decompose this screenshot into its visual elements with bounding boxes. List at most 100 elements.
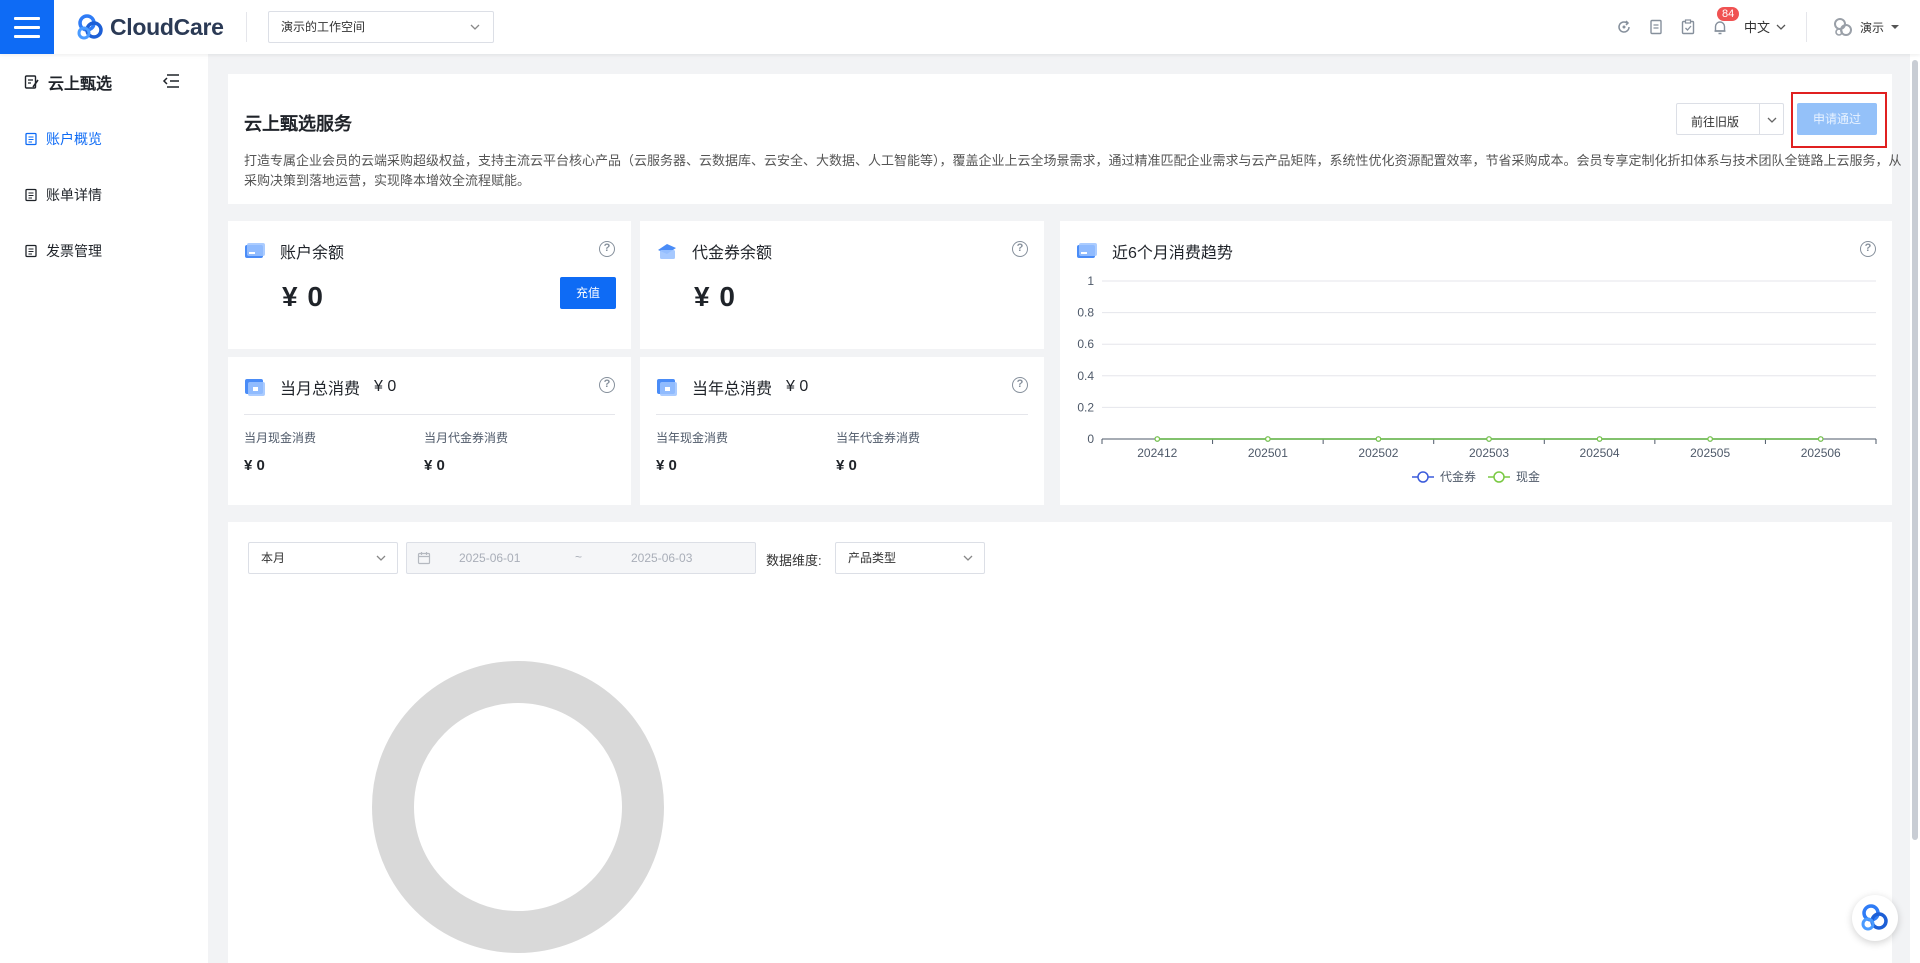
- x-tick-label: 202505: [1690, 446, 1730, 460]
- x-tick-label: 202412: [1137, 446, 1177, 460]
- card-title: 当年总消费: [692, 381, 773, 398]
- hamburger-menu-button[interactable]: [0, 0, 54, 54]
- month-cash-value: ¥ 0: [244, 457, 265, 474]
- help-icon[interactable]: ?: [1012, 377, 1028, 393]
- month-total: ¥ 0: [374, 378, 397, 395]
- card-title: 账户余额: [280, 245, 345, 262]
- card-header: 当月总消费 ¥ 0: [244, 375, 396, 399]
- voucher-amount: ¥ 0: [694, 281, 736, 312]
- data-point: [1596, 436, 1603, 442]
- divider: [656, 414, 1028, 415]
- end-date[interactable]: 2025-06-03: [631, 551, 692, 565]
- chevron-down-icon: [376, 555, 386, 561]
- period-value: 本月: [261, 551, 286, 565]
- assistant-float-button[interactable]: [1852, 895, 1898, 941]
- workspace-select[interactable]: 演示的工作空间: [268, 11, 494, 43]
- recharge-button[interactable]: 充值: [560, 277, 616, 309]
- chevron-down-icon: [1776, 24, 1786, 30]
- caret-down-icon: [1891, 25, 1900, 29]
- legend-marker: [1493, 471, 1505, 483]
- y-tick-label: 0.6: [1077, 337, 1094, 351]
- date-range-picker[interactable]: 2025-06-01 ~ 2025-06-03: [406, 542, 756, 574]
- voucher-icon: [658, 244, 676, 259]
- assistant-logo-icon: [1861, 904, 1888, 931]
- service-intro-panel: 云上甄选服务 打造专属企业会员的云端采购超级权益，支持主流云平台核心产品（云服务…: [228, 74, 1902, 204]
- data-point: [1375, 436, 1382, 442]
- avatar-icon: [1834, 18, 1852, 36]
- sidebar-item-invoice-management[interactable]: 发票管理: [24, 241, 102, 261]
- year-voucher-value: ¥ 0: [836, 457, 857, 474]
- old-version-button[interactable]: 前往旧版: [1676, 103, 1784, 135]
- list-doc-icon: [25, 244, 37, 258]
- month-voucher-value: ¥ 0: [424, 457, 445, 474]
- user-menu[interactable]: 演示: [1832, 16, 1900, 38]
- balance-amount: ¥ 0: [282, 281, 324, 312]
- divider: [244, 414, 615, 415]
- month-consumption-card: 当月总消费 ¥ 0 ? 当月现金消费 ¥ 0 当月代金券消费 ¥ 0: [228, 357, 631, 505]
- data-point: [1154, 436, 1161, 442]
- brand-logo[interactable]: CloudCare: [76, 11, 224, 43]
- sidebar-item-bill-details[interactable]: 账单详情: [24, 185, 102, 205]
- help-icon[interactable]: ?: [599, 377, 615, 393]
- cloudcare-logo-icon: [77, 14, 103, 40]
- chevron-down-icon: [470, 24, 480, 30]
- notification-badge: 84: [1717, 7, 1740, 21]
- calendar-icon: [417, 552, 431, 565]
- year-cash-label: 当年现金消费: [656, 431, 729, 445]
- sidebar-item-label: 账单详情: [46, 187, 102, 203]
- month-voucher-label: 当月代金券消费: [424, 431, 509, 445]
- wallet-card-icon: [245, 243, 265, 258]
- divider: [246, 12, 247, 42]
- y-tick-label: 0.2: [1077, 400, 1094, 414]
- x-tick-label: 202502: [1358, 446, 1398, 460]
- y-tick-label: 0.4: [1077, 369, 1094, 383]
- year-consumption-card: 当年总消费 ¥ 0 ? 当年现金消费 ¥ 0 当年代金券消费 ¥ 0: [640, 357, 1044, 505]
- sidebar-item-account-overview[interactable]: 账户概览: [24, 129, 102, 149]
- calendar-card-icon: [245, 379, 265, 396]
- legend-marker: [1417, 471, 1429, 483]
- data-point: [1707, 436, 1713, 442]
- card-title: 当月总消费: [280, 381, 361, 398]
- top-bar: CloudCare 演示的工作空间 84 中文 演示: [0, 0, 1920, 54]
- calendar-card-icon: [657, 379, 677, 396]
- x-tick-label: 202506: [1801, 446, 1841, 460]
- start-date[interactable]: 2025-06-01: [459, 551, 520, 565]
- y-tick-label: 1: [1087, 274, 1094, 288]
- legend-label: 代金券: [1440, 469, 1476, 484]
- account-balance-card: 账户余额 ? ¥ 0 充值: [228, 221, 631, 349]
- list-doc-icon: [25, 188, 37, 202]
- legend-label: 现金: [1516, 469, 1540, 484]
- chevron-down-icon: [963, 555, 973, 561]
- old-version-label: 前往旧版: [1691, 115, 1740, 129]
- sidebar-item-label: 账户概览: [46, 131, 102, 147]
- voucher-balance-card: 代金券余额 ? ¥ 0: [640, 221, 1044, 349]
- workspace-name: 演示的工作空间: [281, 20, 366, 34]
- collapse-menu-icon[interactable]: [162, 73, 180, 89]
- scrollbar-thumb[interactable]: [1912, 60, 1918, 840]
- user-name: 演示: [1860, 20, 1885, 35]
- year-total: ¥ 0: [786, 378, 809, 395]
- consumption-distribution-panel: 本月 2025-06-01 ~ 2025-06-03 数据维度: 产品类型: [228, 522, 1892, 963]
- dimension-label: 数据维度:: [766, 553, 822, 568]
- x-tick-label: 202504: [1580, 446, 1620, 460]
- refresh-icon[interactable]: [1615, 18, 1633, 36]
- help-icon[interactable]: ?: [599, 241, 615, 257]
- clipboard-icon[interactable]: [1679, 18, 1697, 36]
- dimension-select[interactable]: 产品类型: [835, 542, 985, 574]
- apply-approved-button[interactable]: 申请通过: [1797, 103, 1877, 135]
- month-cash-label: 当月现金消费: [244, 431, 317, 445]
- list-doc-icon: [25, 132, 37, 146]
- consumption-trend-card: 近6个月消费趋势 ? 1 0.8 0.6 0.4 0.2 0 202412 202501 202…: [1060, 221, 1892, 505]
- page-scrollbar[interactable]: [1910, 54, 1920, 963]
- card-header: 代金券余额: [656, 239, 772, 263]
- language-label: 中文: [1744, 20, 1771, 35]
- data-point: [1817, 436, 1824, 442]
- sidebar-title-text: 云上甄选: [48, 76, 113, 93]
- help-icon[interactable]: ?: [1012, 241, 1028, 257]
- document-icon[interactable]: [1647, 18, 1665, 36]
- service-description: 打造专属企业会员的云端采购超级权益，支持主流云平台核心产品（云服务器、云数据库、…: [244, 153, 1902, 188]
- chevron-down-icon[interactable]: [1766, 114, 1778, 126]
- language-select[interactable]: 中文: [1744, 17, 1787, 36]
- period-select[interactable]: 本月: [248, 542, 398, 574]
- data-point: [1265, 436, 1271, 442]
